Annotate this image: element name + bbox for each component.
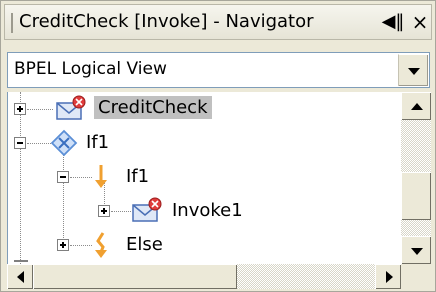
chevron-down-icon <box>407 67 420 75</box>
horizontal-scroll-thumb[interactable] <box>33 264 237 289</box>
dock-button[interactable]: ◀‖ <box>381 10 405 34</box>
else-branch-icon <box>95 232 107 258</box>
expand-toggle[interactable] <box>98 205 110 217</box>
tree-item-label: If1 <box>126 166 150 187</box>
vertical-scroll-thumb[interactable] <box>401 172 431 220</box>
close-button[interactable]: × <box>409 10 431 34</box>
scroll-up-button[interactable] <box>401 92 431 120</box>
view-selector-value: BPEL Logical View <box>14 59 167 79</box>
expand-toggle[interactable] <box>14 103 26 115</box>
tree-item-invoke1[interactable]: Invoke1 <box>8 194 401 228</box>
tree-connector <box>70 177 92 178</box>
tree-connector <box>111 211 131 212</box>
tree-item-label: Else <box>126 234 163 255</box>
tree-connector <box>70 245 92 246</box>
if-diamond-icon <box>50 129 78 157</box>
tree-item-if1[interactable]: If1 <box>8 126 401 160</box>
tree-item-label: CreditCheck <box>94 96 212 119</box>
branch-arrow-icon <box>95 165 107 188</box>
title-bar[interactable]: CreditCheck [Invoke] - Navigator ◀‖ × <box>4 4 432 40</box>
collapse-toggle[interactable] <box>57 171 69 183</box>
tree-connector <box>27 109 53 110</box>
tree-item-else[interactable]: Else <box>8 228 401 262</box>
tree-item-if1-branch[interactable]: If1 <box>8 160 401 194</box>
tree-connector <box>27 143 51 144</box>
tree-view: CreditCheck If1 If1 Invoke1 Else <box>7 92 401 264</box>
scrollbar-corner <box>401 264 431 289</box>
window-title: CreditCheck [Invoke] - Navigator <box>19 11 314 32</box>
arrow-up-icon <box>410 102 423 110</box>
tree-item-label: If1 <box>86 132 110 153</box>
scroll-down-button[interactable] <box>401 236 431 264</box>
arrow-right-icon <box>385 271 393 283</box>
vertical-scrollbar[interactable] <box>401 92 431 264</box>
invoke-envelope-icon <box>56 95 86 120</box>
tree-item-label: Invoke1 <box>172 200 243 221</box>
invoke-envelope-icon <box>132 197 162 222</box>
tree-item-creditcheck[interactable]: CreditCheck <box>8 92 401 126</box>
scroll-left-button[interactable] <box>7 264 33 289</box>
arrow-left-icon <box>16 271 24 283</box>
arrow-down-icon <box>410 247 423 255</box>
expand-toggle[interactable] <box>57 239 69 251</box>
horizontal-scrollbar[interactable] <box>7 264 401 289</box>
dropdown-toggle-button[interactable] <box>398 54 428 86</box>
collapse-toggle[interactable] <box>14 137 26 149</box>
scroll-right-button[interactable] <box>375 264 401 289</box>
view-selector-dropdown[interactable]: BPEL Logical View <box>7 52 430 88</box>
navigator-window: CreditCheck [Invoke] - Navigator ◀‖ × BP… <box>0 0 436 292</box>
grip-icon <box>11 13 13 33</box>
